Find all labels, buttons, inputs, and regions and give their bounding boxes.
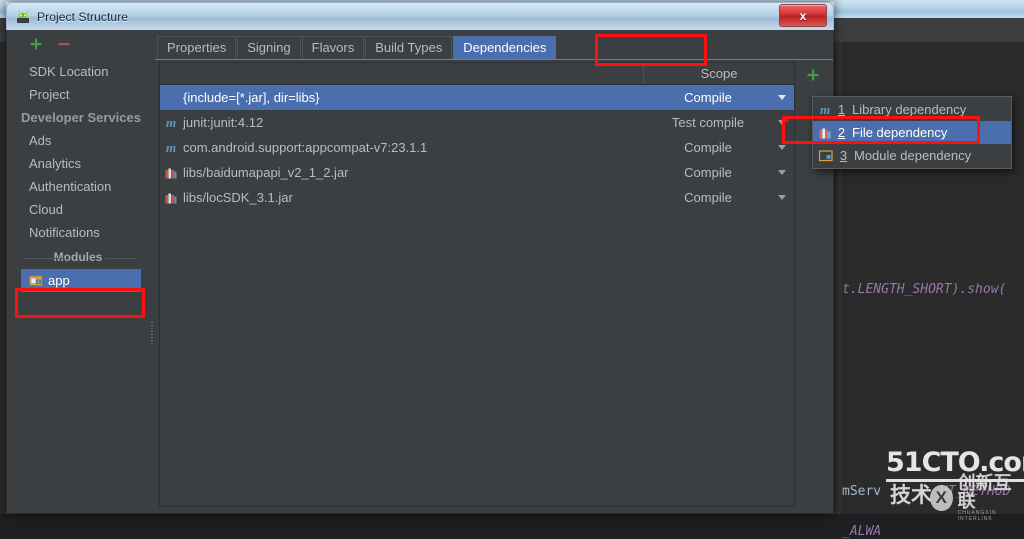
maven-icon: m xyxy=(819,101,831,117)
dialog-body: SDK Location Project Developer Services … xyxy=(6,30,834,514)
table-row[interactable]: libs/baidumapapi_v2_1_2.jar Compile xyxy=(160,160,794,185)
dependencies-table: Scope {include=[*.jar], dir=libs} Compil… xyxy=(159,62,795,507)
dialog-title: Project Structure xyxy=(37,9,129,24)
background-code-line-3: _ALWA xyxy=(842,524,882,539)
tab-flavors[interactable]: Flavors xyxy=(301,36,365,60)
tab-bar-underline xyxy=(155,59,833,60)
dependency-name-cell: m junit:junit:4.12 xyxy=(160,115,644,131)
table-header-row: Scope xyxy=(160,63,794,85)
chevron-down-icon xyxy=(778,120,786,125)
menu-item-number: 2 xyxy=(837,125,846,140)
sidebar-item-notifications[interactable]: Notifications xyxy=(7,221,149,244)
scope-dropdown[interactable]: Compile xyxy=(644,140,794,155)
dependency-name-label: junit:junit:4.12 xyxy=(183,115,264,130)
splitter-grip xyxy=(151,322,153,344)
project-structure-dialog: Project Structure x SDK Location Project… xyxy=(6,2,834,514)
module-icon xyxy=(29,275,43,286)
close-button[interactable]: x xyxy=(779,4,827,27)
dependency-name-label: libs/baidumapapi_v2_1_2.jar xyxy=(183,165,349,180)
add-module-icon[interactable] xyxy=(29,37,43,51)
menu-item-module-dependency[interactable]: 3 Module dependency xyxy=(813,144,1011,167)
chevron-down-icon xyxy=(778,95,786,100)
dependency-name-cell: libs/baidumapapi_v2_1_2.jar xyxy=(160,165,644,180)
sidebar-item-project[interactable]: Project xyxy=(7,83,149,106)
dependency-name-cell: m com.android.support:appcompat-v7:23.1.… xyxy=(160,140,644,156)
background-code-line-1: t.LENGTH_SHORT).show( xyxy=(842,282,1007,297)
maven-icon: m xyxy=(165,139,177,155)
add-dependency-popup-menu: m 1 Library dependency 2 File dependency… xyxy=(812,96,1012,169)
dependency-name-label: com.android.support:appcompat-v7:23.1.1 xyxy=(183,140,428,155)
jar-icon xyxy=(165,193,177,203)
menu-item-library-dependency[interactable]: m 1 Library dependency xyxy=(813,98,1011,121)
scope-value: Compile xyxy=(684,190,732,205)
modules-section-header: Modules xyxy=(7,246,149,269)
scope-dropdown[interactable]: Test compile xyxy=(644,115,794,130)
jar-icon xyxy=(819,128,831,138)
module-icon xyxy=(819,150,833,162)
watermark-brand-mark: X xyxy=(930,485,953,511)
tab-properties[interactable]: Properties xyxy=(157,36,237,60)
left-panel-list: SDK Location Project Developer Services … xyxy=(7,58,149,292)
left-navigation-panel: SDK Location Project Developer Services … xyxy=(7,30,149,513)
scope-value: Compile xyxy=(684,165,732,180)
sidebar-item-cloud[interactable]: Cloud xyxy=(7,198,149,221)
column-header-scope: Scope xyxy=(700,66,738,81)
column-header-name xyxy=(160,63,644,84)
menu-item-label: Module dependency xyxy=(854,148,972,163)
scope-value: Compile xyxy=(684,140,732,155)
watermark-brand-en: CHUANGXIN INTERLINK xyxy=(957,510,997,522)
menu-item-label: File dependency xyxy=(852,125,948,140)
sidebar-item-authentication[interactable]: Authentication xyxy=(7,175,149,198)
watermark-51cto-sub: 技术 xyxy=(890,484,932,507)
sidebar-item-app-module[interactable]: app xyxy=(21,269,141,292)
watermark-brand-zh: 创新互联 xyxy=(957,473,1012,511)
left-panel-toolbar xyxy=(7,30,149,58)
watermark-chuangxin: X 创新互联 CHUANGXIN INTERLINK xyxy=(930,474,1024,522)
tab-dependencies[interactable]: Dependencies xyxy=(453,36,557,60)
jar-icon xyxy=(165,168,177,178)
background-code-line-2: mServ xyxy=(842,484,882,499)
dialog-titlebar[interactable]: Project Structure x xyxy=(6,2,834,30)
menu-item-number: 3 xyxy=(839,148,848,163)
add-dependency-button[interactable] xyxy=(799,62,827,87)
sidebar-item-analytics[interactable]: Analytics xyxy=(7,152,149,175)
table-row[interactable]: libs/locSDK_3.1.jar Compile xyxy=(160,185,794,210)
scope-dropdown[interactable]: Compile xyxy=(644,190,794,205)
dependency-name-cell: {include=[*.jar], dir=libs} xyxy=(160,90,644,105)
table-row[interactable]: m com.android.support:appcompat-v7:23.1.… xyxy=(160,135,794,160)
scope-value: Test compile xyxy=(671,115,745,130)
menu-item-number: 1 xyxy=(837,102,846,117)
tab-build-types[interactable]: Build Types xyxy=(365,36,453,60)
scope-dropdown[interactable]: Compile xyxy=(644,165,794,180)
scope-value: Compile xyxy=(684,90,732,105)
dependency-name-cell: libs/locSDK_3.1.jar xyxy=(160,190,644,205)
highlight-box-app-module xyxy=(15,288,145,318)
menu-item-label: Library dependency xyxy=(852,102,967,117)
right-content-panel: Properties Signing Flavors Build Types D… xyxy=(155,30,833,513)
android-studio-icon xyxy=(17,10,29,23)
dependency-name-label: libs/locSDK_3.1.jar xyxy=(183,190,293,205)
maven-icon: m xyxy=(165,114,177,130)
chevron-down-icon xyxy=(778,170,786,175)
sidebar-item-sdk-location[interactable]: SDK Location xyxy=(7,60,149,83)
chevron-down-icon xyxy=(778,195,786,200)
sidebar-item-ads[interactable]: Ads xyxy=(7,129,149,152)
scope-dropdown[interactable]: Compile xyxy=(644,90,794,105)
tab-signing[interactable]: Signing xyxy=(237,36,301,60)
table-row[interactable]: m junit:junit:4.12 Test compile xyxy=(160,110,794,135)
sidebar-group-developer-services: Developer Services xyxy=(21,110,141,125)
remove-module-icon[interactable] xyxy=(57,37,71,51)
dependency-name-label: {include=[*.jar], dir=libs} xyxy=(183,90,320,105)
chevron-down-icon xyxy=(778,145,786,150)
sidebar-item-app-label: app xyxy=(48,273,70,288)
menu-item-file-dependency[interactable]: 2 File dependency xyxy=(813,121,1011,144)
tab-bar: Properties Signing Flavors Build Types D… xyxy=(155,30,833,60)
table-row[interactable]: {include=[*.jar], dir=libs} Compile xyxy=(160,85,794,110)
